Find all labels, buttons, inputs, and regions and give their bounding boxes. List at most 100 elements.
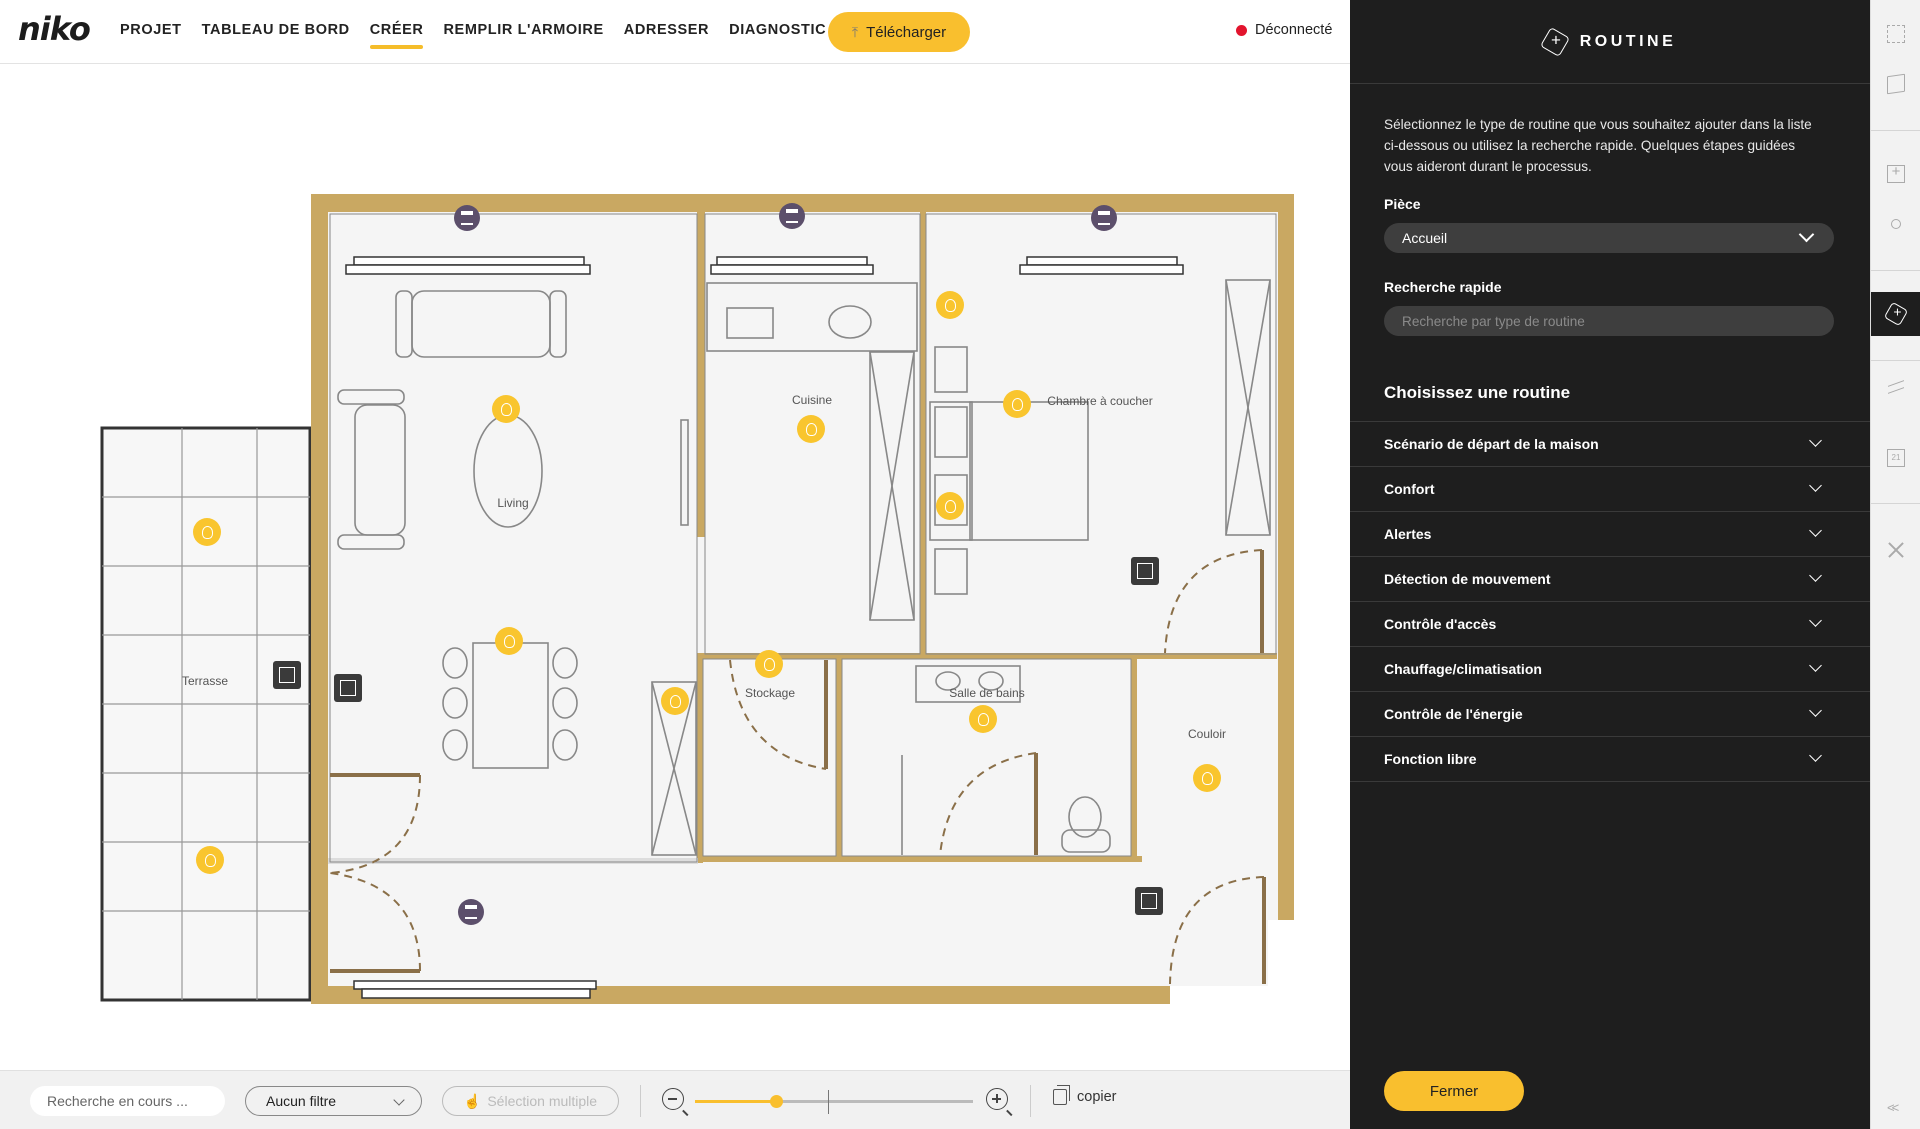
divider — [1871, 503, 1920, 504]
niko-logo[interactable]: niko — [18, 10, 91, 48]
canvas-search-input[interactable] — [30, 1086, 225, 1116]
routine-item[interactable]: Chauffage/climatisation — [1350, 647, 1870, 692]
nav-tableau-de-bord[interactable]: TABLEAU DE BORD — [202, 0, 350, 64]
divider — [1871, 270, 1920, 271]
light-marker-icon[interactable] — [196, 846, 224, 874]
divider — [1871, 130, 1920, 131]
room-label-living[interactable]: Living — [497, 496, 528, 510]
calendar-icon: 21 — [1887, 449, 1905, 467]
floorplan-canvas[interactable]: Living Cuisine Chambre à coucher Terrass… — [0, 65, 1350, 1070]
motion-sensor-icon[interactable] — [273, 661, 301, 689]
routine-item-label: Contrôle de l'énergie — [1384, 706, 1523, 722]
light-marker-icon[interactable] — [797, 415, 825, 443]
room-field-label: Pièce — [1384, 196, 1421, 212]
chevron-down-icon — [1809, 659, 1822, 672]
shade-marker-icon[interactable] — [1091, 205, 1117, 231]
routine-item[interactable]: Alertes — [1350, 512, 1870, 557]
nav-adresser[interactable]: ADRESSER — [624, 0, 709, 64]
divider — [640, 1085, 641, 1117]
rail-shapes[interactable] — [1871, 202, 1920, 246]
routine-item[interactable]: Détection de mouvement — [1350, 557, 1870, 602]
add-device-icon — [1887, 163, 1905, 183]
rail-expand[interactable] — [1871, 12, 1920, 56]
hand-icon: ☝ — [463, 1092, 482, 1109]
window-sensor-icon[interactable] — [1131, 557, 1159, 585]
copy-button-label: copier — [1077, 1089, 1117, 1105]
nav-remplir-armoire[interactable]: REMPLIR L'ARMOIRE — [443, 0, 603, 64]
collapse-icon[interactable]: << — [1887, 1100, 1899, 1115]
filter-select[interactable]: Aucun filtre — [245, 1086, 422, 1116]
zoom-slider[interactable] — [695, 1090, 973, 1114]
room-label-chambre[interactable]: Chambre à coucher — [1047, 394, 1152, 408]
zoom-slider-handle[interactable] — [769, 1095, 783, 1108]
routine-panel: ROUTINE Sélectionnez le type de routine … — [1350, 0, 1870, 1129]
zoom-slider-fill — [695, 1100, 776, 1103]
routine-item[interactable]: Fonction libre — [1350, 737, 1870, 782]
room-label-terrasse[interactable]: Terrasse — [182, 674, 228, 688]
shade-marker-icon[interactable] — [454, 205, 480, 231]
routine-item-label: Fonction libre — [1384, 751, 1477, 767]
room-select-value: Accueil — [1402, 230, 1448, 246]
routine-item-label: Chauffage/climatisation — [1384, 661, 1542, 677]
light-marker-icon[interactable] — [969, 705, 997, 733]
tool-rail: 21 << — [1870, 0, 1920, 1129]
nav-projet[interactable]: PROJET — [120, 0, 182, 64]
rail-add-device[interactable] — [1871, 152, 1920, 196]
routine-item[interactable]: Confort — [1350, 467, 1870, 512]
routine-item[interactable]: Contrôle d'accès — [1350, 602, 1870, 647]
light-marker-icon[interactable] — [492, 395, 520, 423]
light-marker-icon[interactable] — [936, 492, 964, 520]
room-label-cuisine[interactable]: Cuisine — [792, 393, 832, 407]
nav-diagnostic[interactable]: DIAGNOSTIC — [729, 0, 845, 64]
light-marker-icon[interactable] — [495, 627, 523, 655]
chevron-down-icon — [1809, 749, 1822, 762]
chevron-down-icon — [1809, 434, 1822, 447]
multi-select-label: Sélection multiple — [487, 1093, 598, 1109]
share-icon — [1888, 378, 1904, 394]
copy-button[interactable]: copier — [1053, 1085, 1117, 1105]
room-label-stockage[interactable]: Stockage — [745, 686, 795, 700]
download-button[interactable]: ⤒ Télécharger — [828, 12, 970, 52]
shade-marker-icon[interactable] — [779, 203, 805, 229]
rail-tools[interactable] — [1871, 528, 1920, 572]
light-marker-icon[interactable] — [936, 291, 964, 319]
rail-share[interactable] — [1871, 364, 1920, 408]
copy-icon — [1053, 1085, 1070, 1105]
light-marker-icon[interactable] — [755, 650, 783, 678]
nav-diagnostic-label: DIAGNOSTIC — [729, 22, 827, 38]
shade-marker-icon[interactable] — [458, 899, 484, 925]
shapes-icon — [1891, 219, 1901, 229]
routine-icon — [1883, 301, 1909, 327]
routine-item-label: Alertes — [1384, 526, 1432, 542]
light-marker-icon[interactable] — [193, 518, 221, 546]
map-icon — [1887, 73, 1905, 95]
zoom-in-icon[interactable] — [986, 1088, 1013, 1116]
divider — [1030, 1085, 1031, 1117]
light-marker-icon[interactable] — [661, 687, 689, 715]
close-button[interactable]: Fermer — [1384, 1071, 1524, 1111]
room-label-salle-de-bains[interactable]: Salle de bains — [949, 686, 1024, 700]
rail-routine[interactable] — [1871, 292, 1920, 336]
light-marker-icon[interactable] — [1193, 764, 1221, 792]
switch-marker-icon[interactable] — [334, 674, 362, 702]
routine-item-label: Contrôle d'accès — [1384, 616, 1497, 632]
panel-title: ROUTINE — [1579, 32, 1677, 50]
rail-calendar[interactable]: 21 — [1871, 436, 1920, 480]
nav-creer[interactable]: CRÉER — [369, 0, 424, 64]
zoom-slider-tick — [828, 1090, 829, 1114]
switch-marker-icon[interactable] — [1135, 887, 1163, 915]
routine-item[interactable]: Contrôle de l'énergie — [1350, 692, 1870, 737]
room-select[interactable]: Accueil — [1384, 223, 1834, 253]
zoom-out-icon[interactable] — [662, 1088, 689, 1116]
top-navigation-bar: niko PROJET TABLEAU DE BORD CRÉER REMPLI… — [0, 0, 1350, 64]
rail-map[interactable] — [1871, 62, 1920, 106]
room-label-couloir[interactable]: Couloir — [1188, 727, 1226, 741]
terrace-tiles — [100, 426, 312, 1002]
chevron-down-icon — [1809, 479, 1822, 492]
filter-select-label: Aucun filtre — [266, 1093, 337, 1109]
download-button-label: Télécharger — [866, 23, 947, 41]
routine-item[interactable]: Scénario de départ de la maison — [1350, 422, 1870, 467]
routine-search-input[interactable] — [1384, 306, 1834, 336]
light-marker-icon[interactable] — [1003, 390, 1031, 418]
multi-select-button[interactable]: ☝ Sélection multiple — [442, 1086, 619, 1116]
